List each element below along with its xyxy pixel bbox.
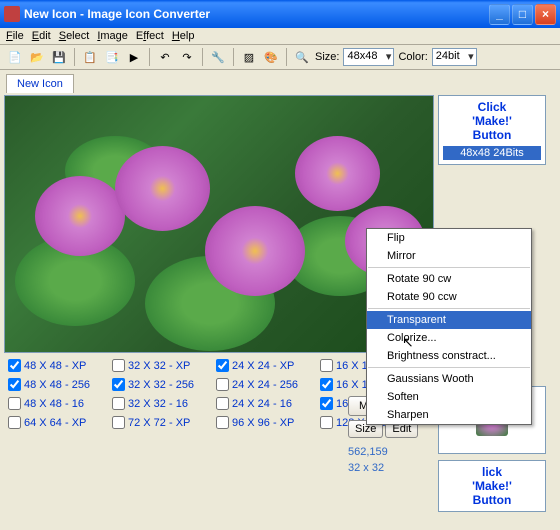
menu-file[interactable]: File bbox=[6, 30, 24, 42]
size-checkbox[interactable] bbox=[320, 378, 333, 391]
size-option[interactable]: 48 X 48 - 16 bbox=[8, 397, 106, 410]
undo-icon[interactable]: ↶ bbox=[156, 48, 174, 66]
menu-edit[interactable]: Edit bbox=[32, 30, 51, 42]
size-option[interactable]: 48 X 48 - XP bbox=[8, 359, 106, 372]
side-info-lower: lick 'Make!' Button bbox=[438, 460, 546, 512]
size-label-text: 64 X 64 - XP bbox=[24, 417, 86, 429]
size-checkbox[interactable] bbox=[112, 397, 125, 410]
color-select[interactable]: 24bit bbox=[432, 48, 477, 66]
tab-new-icon[interactable]: New Icon bbox=[6, 74, 74, 93]
size-option[interactable]: 24 X 24 - 256 bbox=[216, 378, 314, 391]
size-checkbox[interactable] bbox=[320, 416, 333, 429]
size-label-text: 32 X 32 - 256 bbox=[128, 379, 194, 391]
size-checkbox[interactable] bbox=[8, 378, 21, 391]
save-icon[interactable]: 💾 bbox=[50, 48, 68, 66]
size-select[interactable]: 48x48 bbox=[343, 48, 394, 66]
size-checkbox[interactable] bbox=[320, 397, 333, 410]
window-title: New Icon - Image Icon Converter bbox=[24, 7, 489, 21]
size-option[interactable]: 48 X 48 - 256 bbox=[8, 378, 106, 391]
size-checkbox[interactable] bbox=[112, 416, 125, 429]
color-label: Color: bbox=[398, 51, 427, 63]
ctx-sharpen[interactable]: Sharpen bbox=[367, 406, 531, 424]
size-checkbox[interactable] bbox=[112, 378, 125, 391]
size-label-text: 48 X 48 - 256 bbox=[24, 379, 90, 391]
ctx-flip[interactable]: Flip bbox=[367, 229, 531, 247]
new-icon[interactable]: 📄 bbox=[6, 48, 24, 66]
size-option[interactable]: 64 X 64 - XP bbox=[8, 416, 106, 429]
size-checkbox[interactable] bbox=[112, 359, 125, 372]
paste-icon[interactable]: 📑 bbox=[103, 48, 121, 66]
size-checkbox[interactable] bbox=[8, 359, 21, 372]
size-label: Size: bbox=[315, 51, 339, 63]
size-checkbox[interactable] bbox=[8, 397, 21, 410]
size-checkbox[interactable] bbox=[320, 359, 333, 372]
maximize-button[interactable]: □ bbox=[512, 4, 533, 25]
toolbar: 📄 📂 💾 📋 📑 ▶ ↶ ↷ 🔧 ▨ 🎨 🔍 Size: 48x48 Colo… bbox=[0, 45, 560, 70]
size-option[interactable]: 72 X 72 - XP bbox=[112, 416, 210, 429]
size-checkbox[interactable] bbox=[216, 378, 229, 391]
size-label-text: 72 X 72 - XP bbox=[128, 417, 190, 429]
size-checkbox[interactable] bbox=[216, 397, 229, 410]
status-dim: 32 x 32 bbox=[348, 462, 384, 474]
open-icon[interactable]: 📂 bbox=[28, 48, 46, 66]
size-option[interactable]: 32 X 32 - XP bbox=[112, 359, 210, 372]
size-label-text: 32 X 32 - XP bbox=[128, 360, 190, 372]
menu-effect[interactable]: Effect bbox=[136, 30, 164, 42]
size-option[interactable]: 24 X 24 - 16 bbox=[216, 397, 314, 410]
app-icon bbox=[4, 6, 20, 22]
ctx-rotate-cw[interactable]: Rotate 90 cw bbox=[367, 270, 531, 288]
status-coords: 562,159 bbox=[348, 446, 388, 458]
size-label-text: 48 X 48 - XP bbox=[24, 360, 86, 372]
side-info-upper: Click 'Make!' Button 48x48 24Bits bbox=[438, 95, 546, 165]
menu-select[interactable]: Select bbox=[59, 30, 90, 42]
ctx-colorize[interactable]: Colorize... bbox=[367, 329, 531, 347]
zoom-icon[interactable]: 🔍 bbox=[293, 48, 311, 66]
color-icon[interactable]: 🎨 bbox=[262, 48, 280, 66]
menu-image[interactable]: Image bbox=[97, 30, 128, 42]
context-menu: Flip Mirror Rotate 90 cw Rotate 90 ccw T… bbox=[366, 228, 532, 425]
tabs: New Icon bbox=[0, 70, 560, 93]
minimize-button[interactable]: _ bbox=[489, 4, 510, 25]
size-label-text: 48 X 48 - 16 bbox=[24, 398, 84, 410]
size-checkbox[interactable] bbox=[216, 416, 229, 429]
size-label-text: 96 X 96 - XP bbox=[232, 417, 294, 429]
cursor-icon: ↖ bbox=[402, 334, 414, 351]
ctx-soften[interactable]: Soften bbox=[367, 388, 531, 406]
size-checkbox[interactable] bbox=[8, 416, 21, 429]
redo-icon[interactable]: ↷ bbox=[178, 48, 196, 66]
ctx-rotate-ccw[interactable]: Rotate 90 ccw bbox=[367, 288, 531, 306]
titlebar[interactable]: New Icon - Image Icon Converter _ □ × bbox=[0, 0, 560, 28]
close-button[interactable]: × bbox=[535, 4, 556, 25]
size-checkbox[interactable] bbox=[216, 359, 229, 372]
ctx-gaussian[interactable]: Gaussians Wooth bbox=[367, 370, 531, 388]
play-icon[interactable]: ▶ bbox=[125, 48, 143, 66]
size-option[interactable]: 96 X 96 - XP bbox=[216, 416, 314, 429]
size-label-text: 24 X 24 - XP bbox=[232, 360, 294, 372]
size-option[interactable]: 32 X 32 - 256 bbox=[112, 378, 210, 391]
size-label-text: 24 X 24 - 256 bbox=[232, 379, 298, 391]
menu-help[interactable]: Help bbox=[172, 30, 195, 42]
size-label-text: 32 X 32 - 16 bbox=[128, 398, 188, 410]
transparent-icon[interactable]: ▨ bbox=[240, 48, 258, 66]
size-label-text: 24 X 24 - 16 bbox=[232, 398, 292, 410]
copy-icon[interactable]: 📋 bbox=[81, 48, 99, 66]
ctx-brightness[interactable]: Brightness constract... bbox=[367, 347, 531, 365]
size-option[interactable]: 32 X 32 - 16 bbox=[112, 397, 210, 410]
menubar: File Edit Select Image Effect Help bbox=[0, 28, 560, 45]
side-selected-format[interactable]: 48x48 24Bits bbox=[443, 146, 541, 160]
ctx-mirror[interactable]: Mirror bbox=[367, 247, 531, 265]
ctx-transparent[interactable]: Transparent bbox=[367, 311, 531, 329]
tool-icon[interactable]: 🔧 bbox=[209, 48, 227, 66]
size-option[interactable]: 24 X 24 - XP bbox=[216, 359, 314, 372]
